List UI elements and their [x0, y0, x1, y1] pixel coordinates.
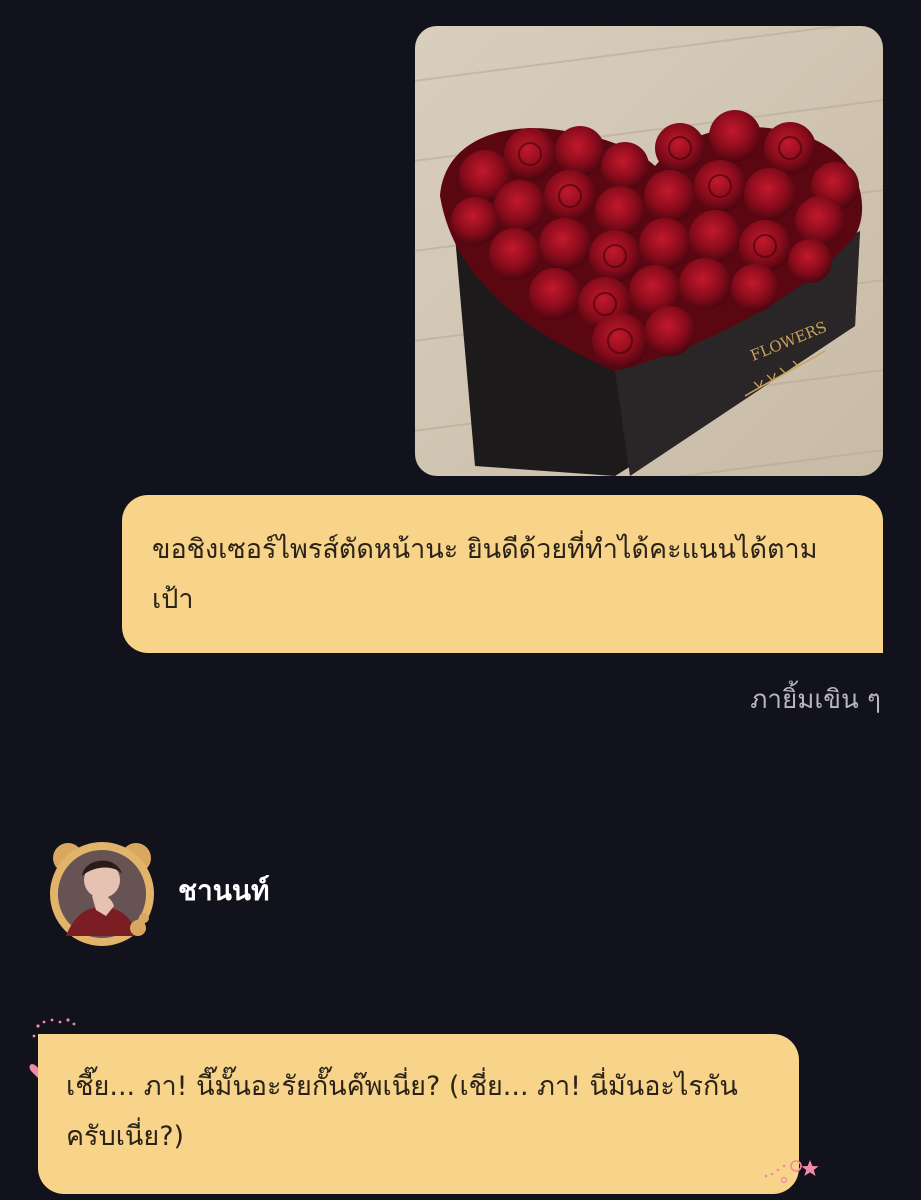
incoming-message-bubble[interactable]: เชี๊ย... ภา! นี๊มั๊นอะรัยกั๊นค๊พเนี่ย? (…	[38, 1034, 799, 1194]
incoming-message-text: เชี๊ย... ภา! นี๊มั๊นอะรัยกั๊นค๊พเนี่ย? (…	[66, 1071, 738, 1152]
star-decoration-icon	[760, 1156, 824, 1190]
image-message[interactable]: FLOWERS	[415, 26, 883, 476]
outgoing-message-text: ขอชิงเซอร์ไพรส์ตัดหน้านะ ยินดีด้วยที่ทำไ…	[152, 534, 818, 615]
avatar-icon	[50, 842, 154, 946]
sender-name: ชานนท์	[178, 874, 270, 907]
chat-screen: FLOWERS ขอชิงเซอร์ไพรส์ตัดหน้านะ ยินดีด้…	[0, 0, 921, 1200]
outgoing-message-bubble[interactable]: ขอชิงเซอร์ไพรส์ตัดหน้านะ ยินดีด้วยที่ทำไ…	[122, 495, 883, 653]
avatar[interactable]	[46, 836, 158, 948]
rose-heart-box-photo: FLOWERS	[415, 26, 883, 476]
narration-caption: ภายิ้มเขิน ๆ	[750, 685, 881, 715]
